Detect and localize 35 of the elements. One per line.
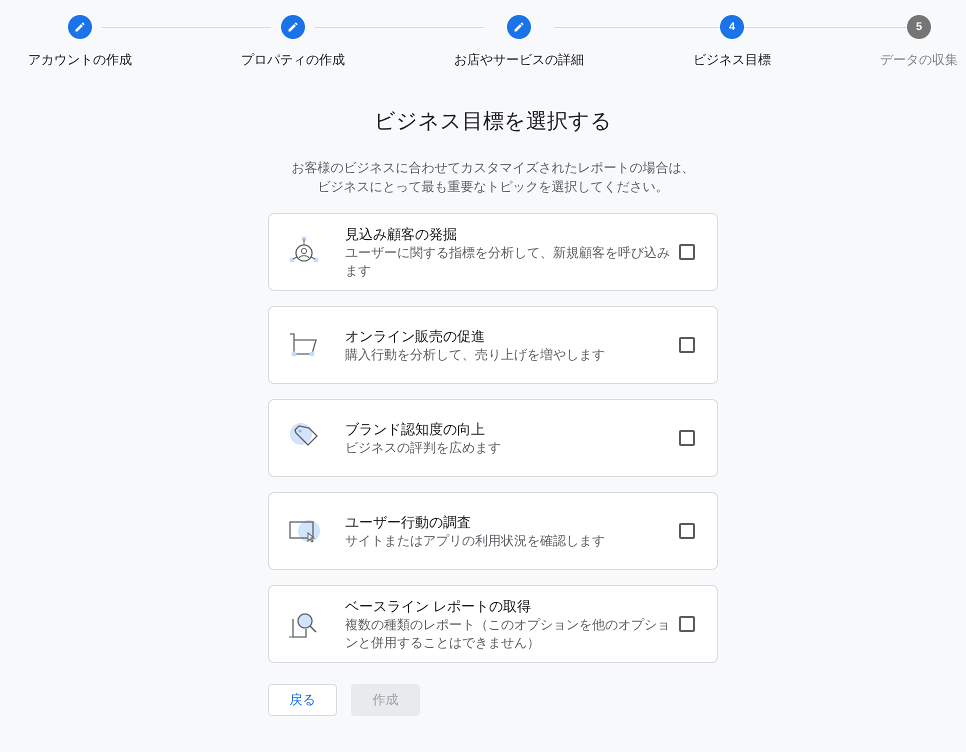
description-text: お客様のビジネスに合わせてカスタマイズされたレポートの場合は、 ビジネスにとって最も重要なトピックを選択してください。: [290, 159, 696, 196]
goal-description: 複数の種類のレポート（このオプションを他のオプションと併用することはできません）: [345, 616, 671, 652]
step-label: アカウントの作成: [28, 51, 132, 69]
step-number: 5: [907, 15, 931, 39]
checkbox[interactable]: [679, 337, 695, 353]
checkbox[interactable]: [679, 616, 695, 632]
step-done-icon: [68, 15, 92, 39]
step-label: データの収集: [880, 51, 958, 69]
goal-description: サイトまたはアプリの利用状況を確認します: [345, 532, 606, 550]
goal-card[interactable]: 見込み顧客の発掘 ユーザーに関する指標を分析して、新規顧客を呼び込みます: [268, 213, 718, 291]
step-label: ビジネス目標: [693, 51, 771, 69]
step-label: プロパティの作成: [241, 51, 345, 69]
goal-card[interactable]: ベースライン レポートの取得 複数の種類のレポート（このオプションを他のオプションと併用することはできません）: [268, 585, 718, 663]
step-done-icon: [281, 15, 305, 39]
goal-card[interactable]: ユーザー行動の調査 サイトまたはアプリの利用状況を確認します: [268, 492, 718, 570]
goal-description: ビジネスの評判を広めます: [345, 439, 502, 457]
goal-title: ユーザー行動の調査: [345, 513, 472, 532]
goal-title: オンライン販売の促進: [345, 327, 486, 346]
goal-description: 購入行動を分析して、売り上げを増やします: [345, 346, 606, 364]
window-cursor-icon: [289, 517, 321, 545]
checkbox[interactable]: [679, 523, 695, 539]
checkbox[interactable]: [679, 430, 695, 446]
goal-title: 見込み顧客の発掘: [345, 225, 458, 244]
goal-card[interactable]: オンライン販売の促進 購入行動を分析して、売り上げを増やします: [268, 306, 718, 384]
goal-title: ベースライン レポートの取得: [345, 597, 532, 616]
page-heading: ビジネス目標を選択する: [373, 108, 613, 134]
checkbox[interactable]: [679, 244, 695, 260]
step-number: 4: [720, 15, 744, 39]
goal-description: ユーザーに関する指標を分析して、新規顧客を呼び込みます: [345, 244, 671, 280]
step-label: お店やサービスの詳細: [454, 51, 584, 69]
step-done-icon: [507, 15, 531, 39]
goal-title: ブランド認知度の向上: [345, 420, 486, 439]
goal-card[interactable]: ブランド認知度の向上 ビジネスの評判を広めます: [268, 399, 718, 477]
back-button[interactable]: 戻る: [268, 684, 337, 716]
cart-icon: [289, 332, 319, 358]
